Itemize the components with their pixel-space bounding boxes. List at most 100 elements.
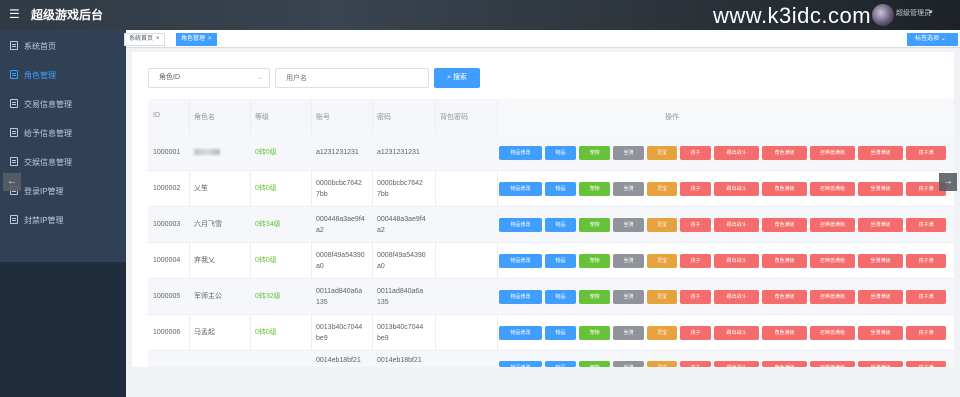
sidebar-item-ban-ip[interactable]: 封禁IP管理	[0, 206, 126, 234]
action-button[interactable]: 坐骑满级	[858, 146, 903, 160]
action-button[interactable]: 物品修改	[499, 254, 542, 268]
sidebar-item-exchange-info[interactable]: 交娱信息管理	[0, 148, 126, 176]
action-button[interactable]: 坐骑满级	[858, 361, 903, 367]
arrow-right-icon[interactable]: →	[939, 173, 957, 191]
action-button[interactable]: 踢出战斗	[714, 218, 759, 232]
action-button[interactable]: 孩子满	[906, 254, 946, 268]
action-button[interactable]: 角色满级	[762, 254, 807, 268]
action-button[interactable]: 物品	[545, 182, 576, 196]
action-button[interactable]: 物品修改	[499, 182, 542, 196]
action-button[interactable]: 坐骑满级	[858, 326, 903, 340]
tag-role-management[interactable]: 角色管理 ×	[176, 33, 217, 46]
action-button[interactable]: 物品	[545, 218, 576, 232]
action-button[interactable]: 物品	[545, 254, 576, 268]
action-button[interactable]: 角色满级	[762, 290, 807, 304]
action-button[interactable]: 踢出战斗	[714, 290, 759, 304]
action-button[interactable]: 宠物	[579, 218, 610, 232]
action-button[interactable]: 召唤兽满级	[810, 361, 855, 367]
sidebar-item-give-info[interactable]: 给予信息管理	[0, 119, 126, 147]
action-button[interactable]: 坐骑满级	[858, 182, 903, 196]
action-button[interactable]: 角色满级	[762, 326, 807, 340]
cell-password: a2	[377, 227, 385, 234]
action-button[interactable]: 灵宝	[647, 254, 677, 268]
tags-options-label: 标签选项	[915, 36, 940, 42]
action-button[interactable]: 坐骑	[613, 218, 644, 232]
action-button[interactable]: 灵宝	[647, 290, 677, 304]
hamburger-menu-icon[interactable]: ☰	[9, 7, 20, 21]
action-button[interactable]: 孩子	[680, 182, 711, 196]
tag-home[interactable]: 系统首页 ×	[124, 33, 165, 46]
action-button[interactable]: 角色满级	[762, 182, 807, 196]
action-button[interactable]: 孩子	[680, 361, 711, 367]
action-button[interactable]: 物品修改	[499, 290, 542, 304]
action-button[interactable]: 物品修改	[499, 146, 542, 160]
action-button[interactable]: 灵宝	[647, 218, 677, 232]
search-button[interactable]: ⌕ 搜索	[434, 68, 480, 88]
action-button[interactable]: 宠物	[579, 361, 610, 367]
action-button[interactable]: 踢出战斗	[714, 361, 759, 367]
action-button[interactable]: 物品	[545, 326, 576, 340]
action-button[interactable]: 角色满级	[762, 361, 807, 367]
action-button[interactable]: 宠物	[579, 182, 610, 196]
action-button[interactable]: 物品	[545, 361, 576, 367]
arrow-left-icon[interactable]: ←	[3, 173, 21, 191]
action-button[interactable]: 孩子满	[906, 146, 946, 160]
user-avatar[interactable]	[872, 4, 894, 26]
role-id-select[interactable]: 角色ID ⌄	[148, 68, 270, 88]
action-button[interactable]: 角色满级	[762, 218, 807, 232]
action-button[interactable]: 宠物	[579, 146, 610, 160]
action-button[interactable]: 灵宝	[647, 182, 677, 196]
action-button[interactable]: 孩子	[680, 326, 711, 340]
action-button[interactable]: 踢出战斗	[714, 182, 759, 196]
sidebar-item-trade-info[interactable]: 交易信息管理	[0, 90, 126, 118]
action-button[interactable]: 坐骑满级	[858, 254, 903, 268]
action-button[interactable]: 坐骑满级	[858, 218, 903, 232]
cell-role-name: 军师主公	[194, 293, 222, 300]
action-button[interactable]: 物品	[545, 146, 576, 160]
action-button[interactable]: 宠物	[579, 326, 610, 340]
action-button[interactable]: 坐骑	[613, 146, 644, 160]
action-button[interactable]: 孩子满	[906, 326, 946, 340]
action-button[interactable]: 召唤兽满级	[810, 218, 855, 232]
user-dropdown-caret-icon[interactable]: ▾	[929, 8, 933, 16]
action-button[interactable]: 坐骑满级	[858, 290, 903, 304]
action-button[interactable]: 孩子	[680, 290, 711, 304]
action-button[interactable]: 角色满级	[762, 146, 807, 160]
username-input[interactable]	[275, 68, 429, 88]
action-button[interactable]: 踢出战斗	[714, 146, 759, 160]
action-button[interactable]: 孩子	[680, 254, 711, 268]
action-button[interactable]: 召唤兽满级	[810, 146, 855, 160]
action-button[interactable]: 坐骑	[613, 290, 644, 304]
action-button[interactable]: 物品修改	[499, 218, 542, 232]
action-button[interactable]: 坐骑	[613, 361, 644, 367]
sidebar: 系统首页 角色管理 交易信息管理 给予信息管理 交娱信息管理 登录IP管理 封禁…	[0, 30, 126, 397]
action-button[interactable]: 孩子	[680, 146, 711, 160]
action-button[interactable]: 灵宝	[647, 326, 677, 340]
action-button[interactable]: 宠物	[579, 254, 610, 268]
action-button[interactable]: 召唤兽满级	[810, 254, 855, 268]
action-button[interactable]: 踢出战斗	[714, 254, 759, 268]
action-button[interactable]: 召唤兽满级	[810, 326, 855, 340]
action-button[interactable]: 坐骑	[613, 254, 644, 268]
sidebar-item-role-management[interactable]: 角色管理	[0, 61, 126, 89]
action-button[interactable]: 灵宝	[647, 146, 677, 160]
action-button[interactable]: 踢出战斗	[714, 326, 759, 340]
close-icon[interactable]: ×	[156, 36, 160, 42]
action-button[interactable]: 孩子满	[906, 218, 946, 232]
sidebar-item-home[interactable]: 系统首页	[0, 32, 126, 60]
action-button[interactable]: 坐骑	[613, 326, 644, 340]
action-button[interactable]: 召唤兽满级	[810, 290, 855, 304]
action-button[interactable]: 孩子满	[906, 361, 946, 367]
action-button[interactable]: 孩子	[680, 218, 711, 232]
user-name[interactable]: 超级管理员	[896, 8, 931, 18]
action-button[interactable]: 坐骑	[613, 182, 644, 196]
action-button[interactable]: 灵宝	[647, 361, 677, 367]
action-button[interactable]: 宠物	[579, 290, 610, 304]
action-button[interactable]: 孩子满	[906, 290, 946, 304]
action-button[interactable]: 物品修改	[499, 361, 542, 367]
close-icon[interactable]: ×	[208, 36, 212, 42]
action-button[interactable]: 物品	[545, 290, 576, 304]
tags-options-button[interactable]: 标签选项 ⌄	[907, 33, 958, 46]
action-button[interactable]: 召唤兽满级	[810, 182, 855, 196]
action-button[interactable]: 物品修改	[499, 326, 542, 340]
